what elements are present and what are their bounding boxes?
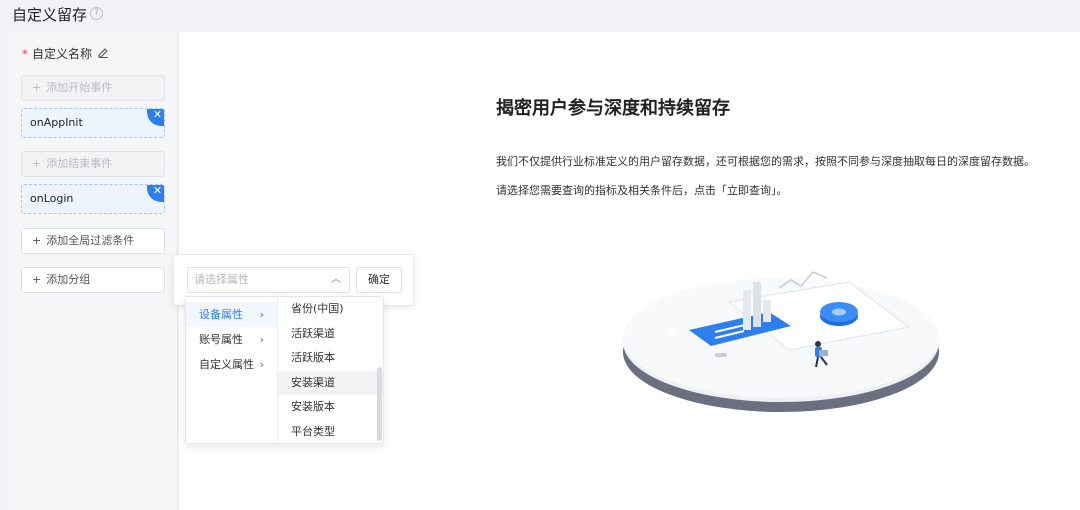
required-asterisk: * [22,46,28,61]
attribute-cascader: 设备属性 › 账号属性 › 自定义属性 › 省份(中国) 活跃渠道 活跃版本 安… [185,296,384,444]
chevron-right-icon: › [259,333,264,346]
confirm-button[interactable]: 确定 [356,267,402,293]
cascader-category-custom[interactable]: 自定义属性 › [186,352,277,377]
cascader-option[interactable]: 省份(中国) [278,297,383,322]
chevron-right-icon: › [259,358,264,371]
chevron-right-icon: › [259,308,264,321]
pencil-icon[interactable] [98,47,109,61]
cascader-option[interactable]: 安装渠道 [278,370,383,395]
add-group-button[interactable]: + 添加分组 [21,267,165,293]
plus-icon: + [32,273,42,286]
close-icon[interactable]: ✕ [147,185,164,202]
custom-name-label: 自定义名称 [32,47,93,61]
plus-icon: + [32,157,42,170]
question-circle-icon[interactable]: ? [90,7,103,20]
chevron-up-icon: ︿ [331,274,341,285]
page-title: 自定义留存 [12,6,88,24]
end-event-card[interactable]: onLogin ✕ [21,184,165,214]
cascader-option[interactable]: 安装版本 [278,395,383,420]
main-description: 我们不仅提供行业标准定义的用户留存数据，还可根据您的需求，按照不同参与深度抽取每… [496,155,1035,168]
add-start-event-button[interactable]: + 添加开始事件 [21,75,165,101]
cascader-option[interactable]: 活跃版本 [278,346,383,371]
add-end-event-button[interactable]: + 添加结束事件 [21,151,165,177]
cascader-scrollbar[interactable] [377,367,382,441]
sidebar: * 自定义名称 + 添加开始事件 onAppInit ✕ + 添加结束事件 onLo… [8,32,178,510]
attribute-select[interactable]: 请选择属性 ︿ [187,267,350,293]
plus-icon: + [32,81,42,94]
plus-icon: + [32,234,42,247]
cascader-category-account[interactable]: 账号属性 › [186,327,277,352]
cascader-option[interactable]: 活跃渠道 [278,322,383,347]
page-header: 自定义留存 ? [0,0,1080,32]
cascader-category-device[interactable]: 设备属性 › [186,302,277,327]
add-global-filter-button[interactable]: + 添加全局过滤条件 [21,228,165,254]
close-icon[interactable]: ✕ [147,109,164,126]
analytics-illustration [619,242,949,425]
custom-name-row[interactable]: * 自定义名称 [22,45,109,62]
start-event-name: onAppInit [30,116,83,129]
main-headline: 揭密用户参与深度和持续留存 [496,98,730,119]
cascader-option-list: 省份(中国) 活跃渠道 活跃版本 安装渠道 安装版本 平台类型 [278,297,383,443]
main-instruction: 请选择您需要查询的指标及相关条件后，点击「立即查询」。 [496,184,788,197]
end-event-name: onLogin [30,192,74,205]
cascader-category-list: 设备属性 › 账号属性 › 自定义属性 › [186,297,278,443]
cascader-option[interactable]: 平台类型 [278,420,383,444]
start-event-card[interactable]: onAppInit ✕ [21,108,165,138]
